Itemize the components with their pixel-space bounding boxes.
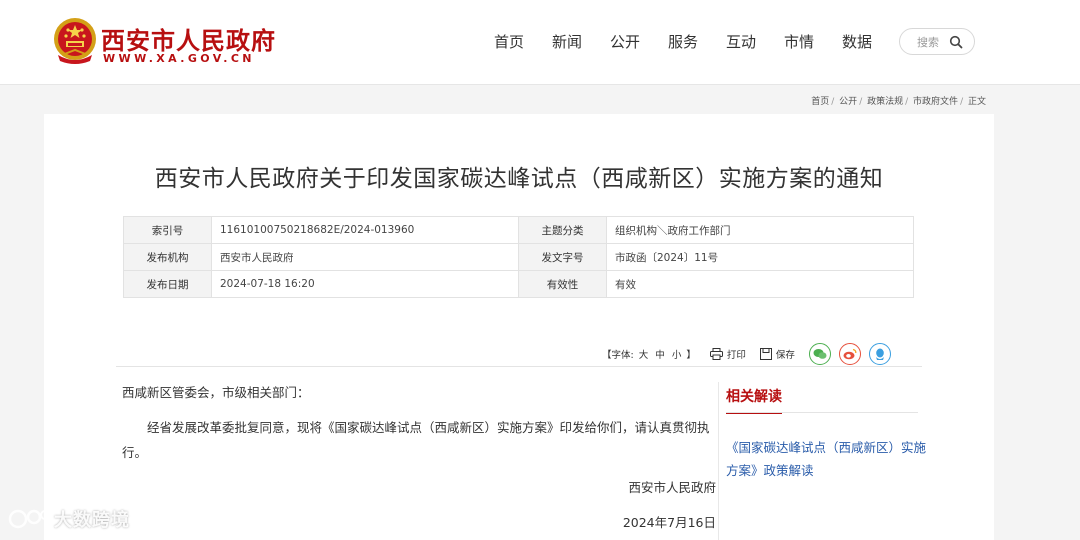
site-title[interactable]: 西安市人民政府 [101,21,276,56]
font-size-large[interactable]: 大 [639,350,649,361]
document-meta-table: 索引号 11610100750218682E/2024-013960 主题分类 … [123,216,914,298]
breadcrumb-home[interactable]: 首页 [811,97,829,107]
site-url: WWW.XA.GOV.CN [103,52,255,65]
national-emblem-icon[interactable] [52,17,98,65]
breadcrumb-gov-docs[interactable]: 市政府文件 [913,97,958,107]
site-header: 西安市人民政府 WWW.XA.GOV.CN 首页 新闻 公开 服务 互动 市情 … [0,0,1080,85]
addressee-paragraph: 西咸新区管委会，市级相关部门： [122,385,310,400]
document-body: 西咸新区管委会，市级相关部门： 经省发展改革委批复同意，现将《国家碳达峰试点（西… [122,380,716,535]
issue-date: 2024年7月16日 [622,515,716,530]
save-icon [759,348,772,360]
signer: 西安市人民政府 [628,480,716,495]
save-label: 保存 [775,350,795,361]
meta-value: 组织机构＼政府工作部门 [606,216,914,244]
nav-item-data[interactable]: 数据 [828,30,886,54]
meta-row: 发布日期 2024-07-18 16:20 有效性 有效 [123,270,914,298]
font-size-close: 】 [686,350,696,361]
print-button[interactable]: 打印 [709,347,746,361]
font-size-medium[interactable]: 中 [655,350,665,361]
share-wechat-button[interactable] [808,343,831,365]
share-qq-button[interactable] [868,343,891,365]
breadcrumb-policy[interactable]: 政策法规 [867,97,903,107]
meta-label: 索引号 [123,216,212,244]
related-sidebar: 相关解读 《国家碳达峰试点（西咸新区）实施方案》政策解读 [726,386,926,482]
related-heading: 相关解读 [726,386,782,414]
meta-row: 索引号 11610100750218682E/2024-013960 主题分类 … [123,216,914,244]
font-size-control: 【字体: 大 中 小 】 [602,347,696,361]
breadcrumb-current: 正文 [967,97,986,107]
meta-label: 有效性 [518,270,607,298]
watermark: 大数跨境 [8,506,130,532]
breadcrumb-public[interactable]: 公开 [839,97,857,107]
nav-item-news[interactable]: 新闻 [538,30,596,54]
breadcrumb: 首页 / 公开 / 政策法规 / 市政府文件 / 正文 [811,97,986,107]
printer-icon [709,348,723,360]
article-toolbar: 【字体: 大 中 小 】 打印 保存 [602,342,899,366]
meta-value: 西安市人民政府 [211,243,519,271]
meta-value: 2024-07-18 16:20 [211,270,519,298]
main-paragraph: 经省发展改革委批复同意，现将《国家碳达峰试点（西咸新区）实施方案》印发给你们，请… [122,420,710,460]
weibo-icon [843,348,857,360]
font-size-small[interactable]: 小 [672,350,682,361]
search-box[interactable]: 搜索 [899,28,975,55]
meta-value: 市政函〔2024〕11号 [606,243,914,271]
nav-item-city-info[interactable]: 市情 [770,30,828,54]
save-button[interactable]: 保存 [759,347,795,361]
toolbar-divider [116,366,922,367]
main-nav: 首页 新闻 公开 服务 互动 市情 数据 [480,30,886,54]
nav-item-service[interactable]: 服务 [654,30,712,54]
share-weibo-button[interactable] [838,343,861,365]
meta-label: 发文字号 [518,243,607,271]
related-interpretation-link[interactable]: 《国家碳达峰试点（西咸新区）实施方案》政策解读 [726,436,926,482]
sidebar-divider [718,382,719,540]
meta-label: 发布日期 [123,270,212,298]
related-heading-line [726,412,918,413]
meta-label: 发布机构 [123,243,212,271]
nav-item-public[interactable]: 公开 [596,30,654,54]
font-size-label: 【字体: [602,350,634,361]
meta-label: 主题分类 [518,216,607,244]
search-icon[interactable] [949,35,963,49]
nav-item-home[interactable]: 首页 [480,30,538,54]
wechat-icon [813,349,827,359]
watermark-logo-icon [8,509,50,529]
document-title: 西安市人民政府关于印发国家碳达峰试点（西咸新区）实施方案的通知 [154,166,884,192]
watermark-text: 大数跨境 [54,510,130,531]
document-card: 西安市人民政府关于印发国家碳达峰试点（西咸新区）实施方案的通知 索引号 1161… [44,114,994,540]
print-label: 打印 [726,350,746,361]
qq-icon [875,348,884,360]
meta-row: 发布机构 西安市人民政府 发文字号 市政函〔2024〕11号 [123,243,914,271]
nav-item-interact[interactable]: 互动 [712,30,770,54]
search-placeholder[interactable]: 搜索 [917,34,939,50]
meta-value: 有效 [606,270,914,298]
meta-value: 11610100750218682E/2024-013960 [211,216,519,244]
